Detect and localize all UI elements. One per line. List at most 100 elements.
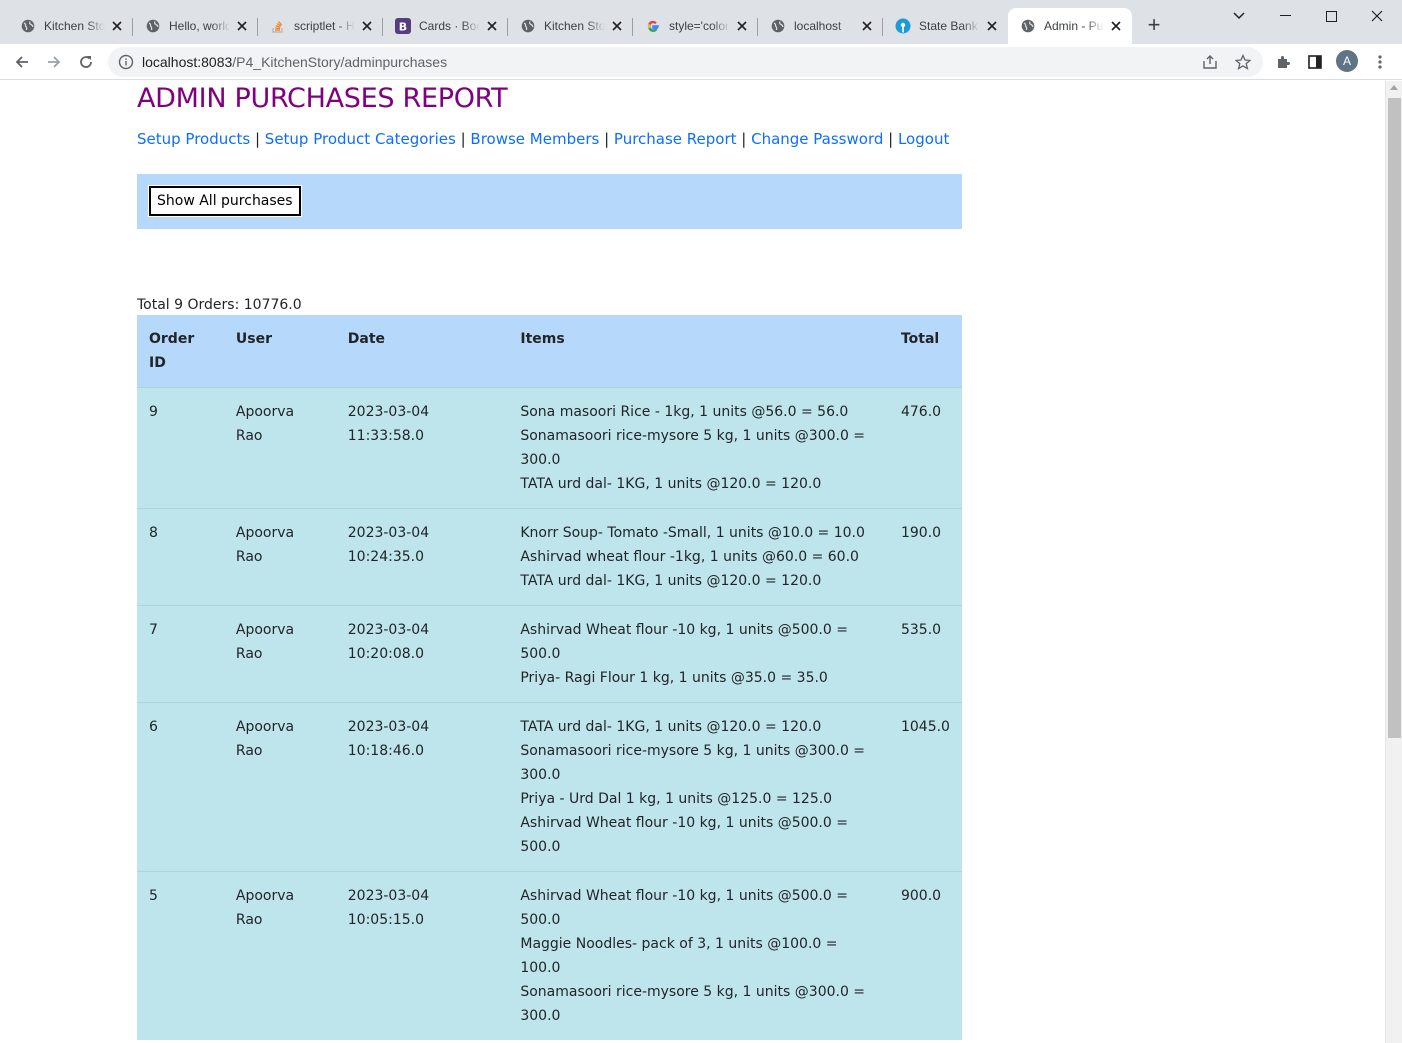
cell-date: 2023-03-04 10:20:08.0 [347, 622, 430, 662]
cell-user: Apoorva Rao [235, 404, 295, 444]
profile-avatar[interactable]: A [1336, 50, 1358, 72]
tab[interactable]: Kitchen Story [508, 8, 633, 44]
nav-link-setup-products[interactable]: Setup Products [137, 130, 250, 148]
minimize-icon[interactable] [1262, 4, 1308, 28]
nav-link-browse-members[interactable]: Browse Members [470, 130, 599, 148]
column-header-total: Total [900, 331, 940, 347]
browser-toolbar: localhost:8083/P4_KitchenStory/adminpurc… [0, 44, 1402, 80]
extensions-icon[interactable] [1271, 50, 1295, 74]
column-header-user: User [235, 331, 273, 347]
nav-separator: | [599, 130, 614, 148]
cell-order-id: 6 [149, 719, 158, 735]
tab[interactable]: style='color [633, 8, 758, 44]
tab-title: Admin - Purchases [1044, 19, 1104, 33]
site-info-icon[interactable] [118, 54, 134, 70]
tab-close-icon[interactable] [734, 18, 750, 34]
globe-icon [20, 18, 36, 34]
tab-close-icon[interactable] [484, 18, 500, 34]
page-scrollbar[interactable] [1385, 81, 1402, 1043]
cell-items: Ashirvad Wheat flour -10 kg, 1 units @50… [508, 872, 889, 1041]
nav-separator: | [883, 130, 898, 148]
cell-order-id: 9 [149, 404, 158, 420]
nav-link-setup-product-categories[interactable]: Setup Product Categories [265, 130, 456, 148]
cell-items: Ashirvad Wheat flour -10 kg, 1 units @50… [508, 606, 889, 703]
purchases-table-body: 9 Apoorva Rao 2023-03-04 11:33:58.0 Sona ma… [137, 387, 962, 1041]
scrollbar-thumb[interactable] [1388, 98, 1401, 738]
column-header-items: Items [520, 331, 565, 347]
nav-separator: | [455, 130, 471, 148]
tab[interactable]: localhost [758, 8, 883, 44]
cell-date: 2023-03-04 10:05:15.0 [347, 888, 430, 928]
tab-active[interactable]: Admin - Purchases [1008, 8, 1132, 44]
cell-total: 535.0 [900, 622, 942, 638]
bookmark-star-icon[interactable] [1231, 50, 1255, 74]
tab[interactable]: Kitchen Story [8, 8, 133, 44]
table-row: 6 Apoorva Rao 2023-03-04 10:18:46.0 TATA ur… [137, 702, 962, 872]
globe-icon [145, 18, 161, 34]
maximize-icon[interactable] [1308, 4, 1354, 28]
side-panel-icon[interactable] [1303, 50, 1327, 74]
order-item-line: Ashirvad Wheat flour -10 kg, 1 units @50… [520, 622, 848, 662]
menu-kebab-icon[interactable] [1368, 50, 1392, 74]
table-row: 7 Apoorva Rao 2023-03-04 10:20:08.0 Ashirva… [137, 605, 962, 703]
tab[interactable]: Hello, world! [133, 8, 258, 44]
back-icon[interactable] [8, 48, 36, 76]
window-close-icon[interactable] [1354, 4, 1400, 28]
tab-close-icon[interactable] [984, 18, 1000, 34]
cell-order-id: 5 [149, 888, 158, 904]
address-bar[interactable]: localhost:8083/P4_KitchenStory/adminpurc… [108, 47, 1263, 77]
google-icon [645, 18, 661, 34]
tab-title: scriptlet - How [294, 19, 355, 33]
browser-tab-strip: Kitchen Story Hello, world! scriptlet - Ho… [0, 0, 1402, 44]
stackoverflow-icon [270, 18, 286, 34]
tab-close-icon[interactable] [359, 18, 375, 34]
filter-panel: Show All purchases [137, 174, 962, 229]
scroll-up-arrow-icon[interactable] [1390, 85, 1398, 90]
tab-close-icon[interactable] [859, 18, 875, 34]
sbi-icon [895, 18, 911, 34]
nav-separator: | [250, 130, 265, 148]
order-item-line: Sonamasoori rice-mysore 5 kg, 1 units @3… [520, 743, 866, 783]
nav-link-purchase-report[interactable]: Purchase Report [614, 130, 737, 148]
cell-items: TATA urd dal- 1KG, 1 units @120.0 = 120.… [508, 703, 889, 872]
tab-search-icon[interactable] [1216, 4, 1262, 28]
tab-title: Kitchen Story [544, 19, 605, 33]
cell-date: 2023-03-04 10:24:35.0 [347, 525, 430, 565]
order-item-line: Ashirvad wheat flour -1kg, 1 units @60.0… [520, 549, 859, 565]
order-item-line: Sonamasoori rice-mysore 5 kg, 1 units @3… [520, 428, 866, 468]
tab[interactable]: scriptlet - How [258, 8, 383, 44]
page-title: ADMIN PURCHASES REPORT [137, 83, 508, 114]
tab[interactable]: State Bank [883, 8, 1008, 44]
table-row: 5 Apoorva Rao 2023-03-04 10:05:15.0 Ashirva… [137, 871, 962, 1041]
order-item-line: Knorr Soup- Tomato -Small, 1 units @10.0… [520, 525, 865, 541]
tab-title: localhost [794, 19, 842, 33]
tab-title: Cards · Bootstrap [419, 19, 480, 33]
cell-user: Apoorva Rao [235, 622, 295, 662]
forward-icon[interactable] [40, 48, 68, 76]
tab-title: style='color [669, 19, 729, 33]
share-icon[interactable] [1198, 50, 1222, 74]
tab[interactable]: B Cards · Bootstrap [383, 8, 508, 44]
new-tab-button[interactable]: + [1142, 14, 1166, 38]
reload-icon[interactable] [72, 48, 100, 76]
cell-total: 190.0 [900, 525, 942, 541]
svg-text:B: B [399, 21, 407, 34]
nav-link-change-password[interactable]: Change Password [751, 130, 883, 148]
tab-close-icon[interactable] [1108, 18, 1124, 34]
order-item-line: Priya - Urd Dal 1 kg, 1 units @125.0 = 1… [520, 791, 833, 807]
order-item-line: Maggie Noodles- pack of 3, 1 units @100.… [520, 936, 838, 976]
nav-link-logout[interactable]: Logout [898, 130, 949, 148]
bootstrap-icon: B [395, 18, 411, 34]
order-item-line: Sonamasoori rice-mysore 5 kg, 1 units @3… [520, 984, 866, 1024]
globe-icon [770, 18, 786, 34]
show-all-purchases-button[interactable]: Show All purchases [148, 185, 302, 217]
order-item-line: TATA urd dal- 1KG, 1 units @120.0 = 120.… [520, 476, 822, 492]
order-item-line: TATA urd dal- 1KG, 1 units @120.0 = 120.… [520, 719, 822, 735]
tab-close-icon[interactable] [234, 18, 250, 34]
cell-items: Knorr Soup- Tomato -Small, 1 units @10.0… [508, 509, 889, 606]
tab-close-icon[interactable] [109, 18, 125, 34]
tab-close-icon[interactable] [609, 18, 625, 34]
column-header-date: Date [347, 331, 386, 347]
tab-title: State Bank [919, 19, 978, 33]
tab-title: Kitchen Story [44, 19, 105, 33]
